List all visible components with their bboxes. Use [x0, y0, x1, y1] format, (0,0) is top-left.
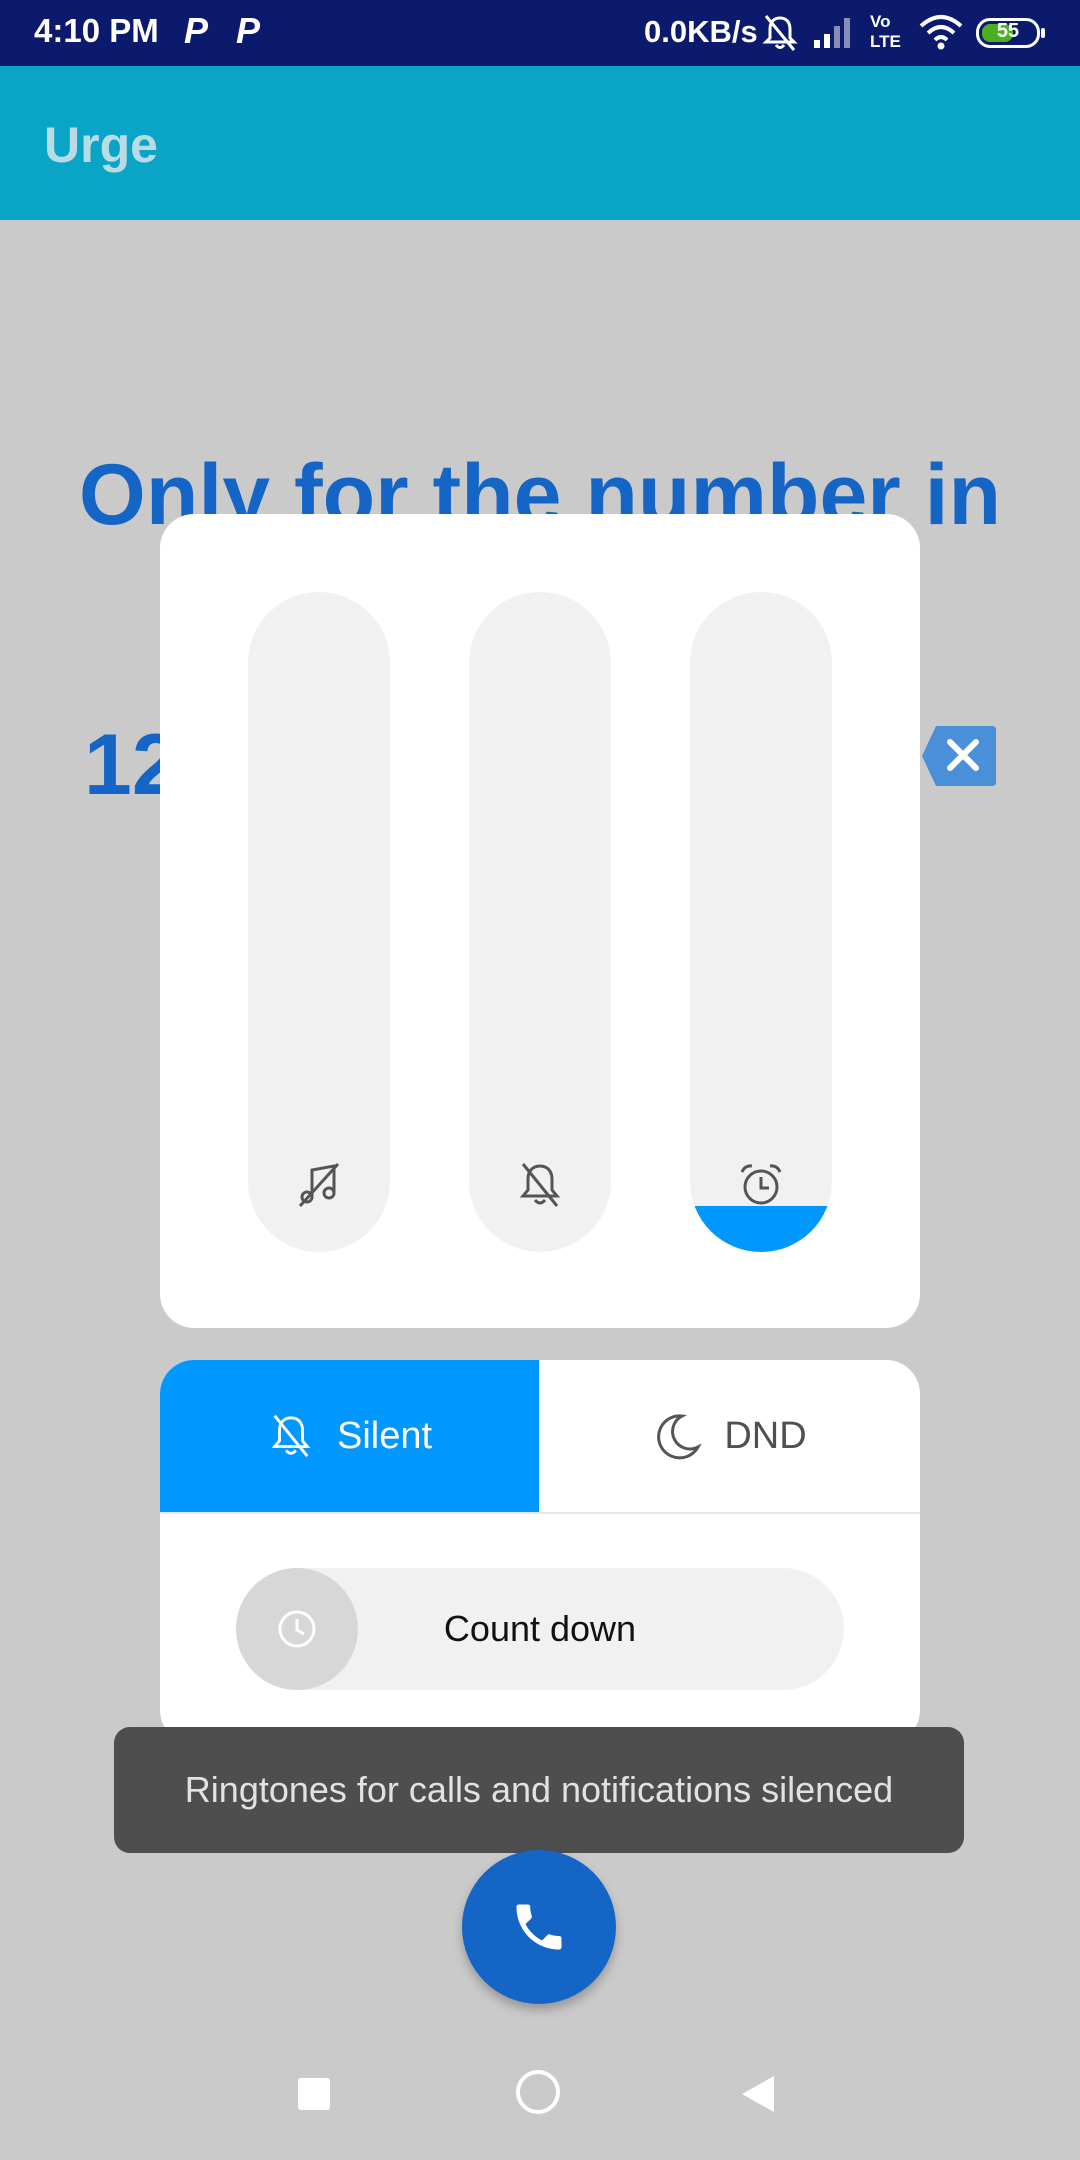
volte-icon: Vo LTE [870, 12, 901, 51]
battery-cap [1041, 28, 1045, 38]
bell-muted-icon [519, 1163, 561, 1207]
status-bar: 4:10 PM P P 0.0KB/s Vo LTE 55 [0, 0, 1080, 66]
notification-p-icon: P [236, 10, 261, 51]
countdown-label: Count down [443, 1608, 637, 1649]
backspace-clear-button[interactable] [920, 724, 998, 788]
alarm-clock-icon [740, 1164, 782, 1205]
silent-mode-button[interactable]: Silent [160, 1360, 539, 1512]
volume-panel [160, 514, 920, 1328]
music-muted-icon [298, 1162, 340, 1208]
bell-muted-icon [271, 1414, 311, 1458]
call-button[interactable] [462, 1850, 616, 2004]
dnd-mode-button[interactable]: DND [540, 1360, 919, 1512]
sound-mode-panel: Silent DND Count down [160, 1360, 920, 1744]
alarm-volume-slider[interactable] [690, 592, 832, 1252]
muted-bell-icon [762, 15, 798, 51]
silent-label: Silent [336, 1414, 433, 1457]
countdown-slider[interactable]: Count down [236, 1568, 844, 1690]
app-title: Urge [44, 117, 158, 173]
network-speed: 0.0KB/s [644, 14, 758, 49]
media-volume-slider[interactable] [248, 592, 390, 1252]
signal-icon [814, 18, 850, 48]
notification-p-icon: P [184, 10, 209, 51]
back-button[interactable] [740, 2074, 776, 2114]
dnd-label: DND [724, 1414, 807, 1457]
toast-message: Ringtones for calls and notifications si… [114, 1727, 964, 1853]
wifi-icon [919, 15, 963, 50]
battery-level: 55 [996, 20, 1020, 42]
home-button[interactable] [516, 2070, 560, 2114]
moon-icon [657, 1414, 703, 1460]
divider [160, 1512, 920, 1514]
battery-icon: 55 [976, 18, 1045, 48]
app-bar: Urge [0, 66, 1080, 220]
slider-fill [690, 1205, 832, 1252]
status-time: 4:10 PM [34, 12, 159, 49]
recents-button[interactable] [298, 2078, 330, 2110]
phone-icon [516, 1904, 562, 1950]
ring-volume-slider[interactable] [469, 592, 611, 1252]
